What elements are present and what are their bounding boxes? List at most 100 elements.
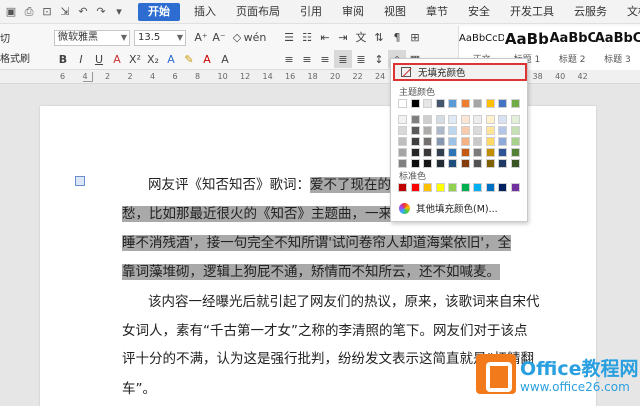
tab-0[interactable]: 开始 [138, 2, 180, 21]
grow-font-icon[interactable]: A⁺ [192, 28, 210, 46]
color-swatch[interactable] [435, 148, 445, 157]
font-name-select[interactable]: 微软雅黑 ▼ [54, 30, 130, 46]
bold-icon[interactable]: B [54, 50, 72, 68]
color-swatch[interactable] [410, 137, 420, 146]
italic-icon[interactable]: I [72, 50, 90, 68]
color-swatch[interactable] [448, 137, 457, 146]
color-swatch[interactable] [473, 126, 482, 135]
color-swatch[interactable] [410, 99, 420, 108]
export-icon[interactable]: ⇲ [56, 3, 74, 21]
color-swatch[interactable] [460, 115, 470, 124]
format-painter-button[interactable]: 格式刷 [0, 50, 30, 65]
color-swatch[interactable] [485, 183, 495, 192]
document-line[interactable]: 靠词藻堆砌，逻辑上狗屁不通，矫情而不知所云，还不如喊麦。 [122, 261, 500, 283]
tab-4[interactable]: 审阅 [332, 0, 374, 24]
color-swatch[interactable] [435, 137, 445, 146]
chinese-layout-icon[interactable]: 文 [352, 28, 370, 46]
superscript-icon[interactable]: X² [126, 50, 144, 68]
paragraph-handle-icon[interactable] [75, 176, 85, 186]
bullet-list-icon[interactable]: ☰ [280, 28, 298, 46]
color-swatch[interactable] [498, 126, 507, 135]
color-swatch[interactable] [473, 159, 482, 168]
color-swatch[interactable] [460, 159, 470, 168]
color-swatch[interactable] [460, 126, 470, 135]
tab-7[interactable]: 安全 [458, 0, 500, 24]
style-item[interactable]: AaBbC 标题 2 [550, 26, 595, 70]
save-icon[interactable]: ▣ [2, 3, 20, 21]
document-line[interactable]: 网友评《知否知否》歌词：爱不了现在的古风 [148, 174, 418, 196]
color-swatch[interactable] [423, 159, 432, 168]
color-swatch[interactable] [435, 126, 445, 135]
tab-6[interactable]: 章节 [416, 0, 458, 24]
color-swatch[interactable] [398, 115, 407, 124]
color-swatch[interactable] [510, 183, 520, 192]
color-swatch[interactable] [398, 137, 407, 146]
redo-icon[interactable]: ↷ [92, 3, 110, 21]
document-line[interactable]: 车”。 [122, 378, 156, 400]
color-swatch[interactable] [423, 137, 432, 146]
align-right-icon[interactable]: ≡ [316, 50, 334, 68]
color-swatch[interactable] [473, 99, 482, 108]
color-swatch[interactable] [423, 115, 432, 124]
color-swatch[interactable] [510, 115, 520, 124]
highlight-icon[interactable]: ✎ [180, 50, 198, 68]
color-swatch[interactable] [435, 183, 445, 192]
color-swatch[interactable] [448, 99, 457, 108]
color-swatch[interactable] [485, 159, 495, 168]
number-list-icon[interactable]: ☷ [298, 28, 316, 46]
undo-icon[interactable]: ↶ [74, 3, 92, 21]
color-swatch[interactable] [485, 115, 495, 124]
style-item[interactable]: AaBbC 标题 3 [595, 26, 640, 70]
tab-8[interactable]: 开发工具 [500, 0, 564, 24]
color-swatch[interactable] [435, 99, 445, 108]
color-swatch[interactable] [410, 126, 420, 135]
color-swatch[interactable] [498, 183, 507, 192]
tab-1[interactable]: 插入 [184, 0, 226, 24]
char-border-icon[interactable]: A [216, 50, 234, 68]
color-swatch[interactable] [398, 99, 407, 108]
underline-icon[interactable]: U [90, 50, 108, 68]
increase-indent-icon[interactable]: ⇥ [334, 28, 352, 46]
color-swatch[interactable] [498, 159, 507, 168]
color-swatch[interactable] [460, 99, 470, 108]
color-swatch[interactable] [448, 126, 457, 135]
color-swatch[interactable] [510, 137, 520, 146]
color-swatch[interactable] [498, 99, 507, 108]
document-line[interactable]: 睡不消残酒'，接一句完全不知所谓'试问卷帘人却道海棠依旧'，全 [122, 232, 512, 254]
font-size-select[interactable]: 13.5 ▼ [134, 30, 186, 46]
document-line[interactable]: 该内容一经曝光后就引起了网友们的热议，原来，该歌词来自宋代 [148, 291, 540, 313]
shrink-font-icon[interactable]: A⁻ [210, 28, 228, 46]
document-line[interactable]: 评十分的不满，认为这是强行批判，纷纷发文表示这简直就是“杠精翻 [122, 348, 534, 370]
color-swatch[interactable] [435, 159, 445, 168]
phonetic-icon[interactable]: wén [244, 28, 267, 46]
color-swatch[interactable] [485, 99, 495, 108]
color-swatch[interactable] [398, 126, 407, 135]
strikethrough-icon[interactable]: A [108, 50, 126, 68]
print-preview-icon[interactable]: ⊡ [38, 3, 56, 21]
tab-9[interactable]: 云服务 [564, 0, 617, 24]
distributed-icon[interactable]: ≣ [352, 50, 370, 68]
color-swatch[interactable] [485, 126, 495, 135]
align-left-icon[interactable]: ≡ [280, 50, 298, 68]
justify-icon[interactable]: ≣ [334, 50, 352, 68]
show-marks-icon[interactable]: ¶ [388, 28, 406, 46]
color-swatch[interactable] [435, 115, 445, 124]
color-swatch[interactable] [423, 183, 432, 192]
color-swatch[interactable] [460, 137, 470, 146]
sort-icon[interactable]: ⇅ [370, 28, 388, 46]
color-swatch[interactable] [510, 99, 520, 108]
decrease-indent-icon[interactable]: ⇤ [316, 28, 334, 46]
document-line[interactable]: 女词人，素有“千古第一才女”之称的李清照的笔下。网友们对于该点 [122, 320, 528, 342]
color-swatch[interactable] [498, 115, 507, 124]
text-effect-icon[interactable]: A [162, 50, 180, 68]
color-swatch[interactable] [510, 159, 520, 168]
horizontal-ruler[interactable]: 6422468101214161820222426283032343638404… [0, 70, 640, 84]
color-swatch[interactable] [460, 183, 470, 192]
color-swatch[interactable] [485, 148, 495, 157]
color-swatch[interactable] [398, 183, 407, 192]
color-swatch[interactable] [510, 126, 520, 135]
tab-10[interactable]: 文档助手 [617, 0, 640, 24]
line-spacing-icon[interactable]: ↕ [370, 50, 388, 68]
cut-button[interactable]: 切 [0, 30, 10, 45]
color-swatch[interactable] [498, 137, 507, 146]
